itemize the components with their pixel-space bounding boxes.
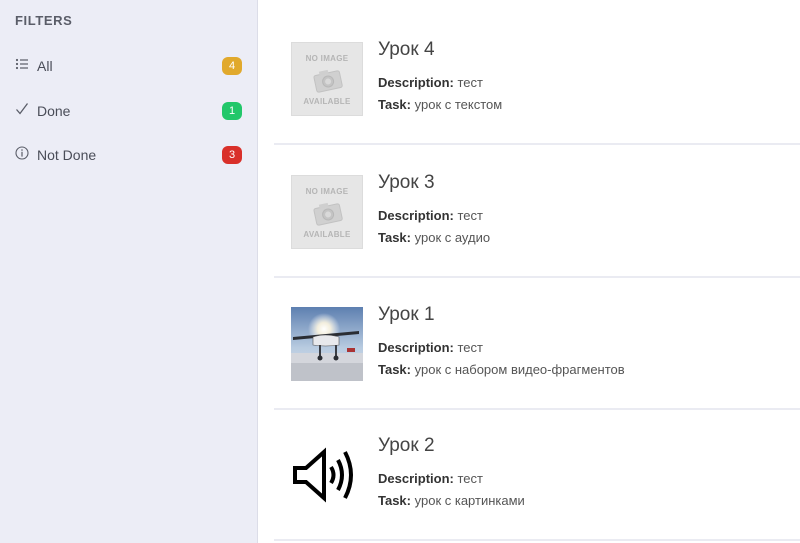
task-label: Task:	[378, 97, 411, 112]
description-label: Description:	[378, 340, 454, 355]
task-value: урок с аудио	[414, 230, 491, 245]
description-value: тест	[457, 340, 483, 355]
task-value: урок с набором видео-фрагментов	[414, 362, 625, 377]
lesson-description: Description: тест	[378, 75, 483, 90]
description-value: тест	[457, 75, 483, 90]
filter-not-done[interactable]: Not Done 3	[0, 140, 258, 170]
filter-all-label: All	[37, 58, 53, 74]
filter-done[interactable]: Done 1	[0, 96, 258, 126]
lesson-description: Description: тест	[378, 208, 483, 223]
info-icon	[15, 146, 29, 160]
filter-not-done-label: Not Done	[37, 147, 97, 163]
task-value: урок с картинками	[414, 493, 525, 508]
task-label: Task:	[378, 230, 411, 245]
task-value: урок с текстом	[414, 97, 503, 112]
lesson-title: Урок 4	[378, 39, 435, 60]
airplane-photo-thumbnail	[291, 307, 363, 381]
description-label: Description:	[378, 208, 454, 223]
lesson-task: Task: урок с набором видео-фрагментов	[378, 362, 625, 377]
filter-all[interactable]: All 4	[0, 51, 258, 81]
description-value: тест	[457, 471, 483, 486]
description-label: Description:	[378, 75, 454, 90]
lesson-description: Description: тест	[378, 471, 483, 486]
filter-all-count-badge: 4	[222, 57, 242, 75]
lesson-item[interactable]: Урок 2 Description: тест Task: урок с ка…	[274, 409, 800, 541]
lesson-task: Task: урок с картинками	[378, 493, 525, 508]
no-image-placeholder: NO IMAGE AVAILABLE	[291, 42, 363, 116]
filters-heading: FILTERS	[15, 13, 73, 28]
list-icon	[15, 57, 29, 71]
lesson-item[interactable]: NO IMAGE AVAILABLE Урок 3 Description: т…	[274, 146, 800, 278]
camera-icon	[313, 69, 343, 93]
lesson-title: Урок 3	[378, 172, 435, 193]
filter-done-label: Done	[37, 103, 71, 119]
description-value: тест	[457, 208, 483, 223]
lesson-title: Урок 1	[378, 304, 435, 325]
task-label: Task:	[378, 493, 411, 508]
lesson-title: Урок 2	[378, 435, 435, 456]
filter-done-count-badge: 1	[222, 102, 242, 120]
description-label: Description:	[378, 471, 454, 486]
lesson-task: Task: урок с текстом	[378, 97, 502, 112]
filters-sidebar: FILTERS All 4 Done 1 Not Done 3	[0, 0, 258, 543]
lesson-description: Description: тест	[378, 340, 483, 355]
speaker-icon	[291, 438, 363, 512]
lesson-item[interactable]: Урок 1 Description: тест Task: урок с на…	[274, 278, 800, 410]
no-image-placeholder: NO IMAGE AVAILABLE	[291, 175, 363, 249]
camera-icon	[313, 202, 343, 226]
lesson-task: Task: урок с аудио	[378, 230, 490, 245]
filter-not-done-count-badge: 3	[222, 146, 242, 164]
task-label: Task:	[378, 362, 411, 377]
lessons-list: NO IMAGE AVAILABLE Урок 4 Description: т…	[259, 0, 800, 543]
lesson-item[interactable]: NO IMAGE AVAILABLE Урок 4 Description: т…	[274, 13, 800, 145]
check-icon	[15, 102, 29, 116]
